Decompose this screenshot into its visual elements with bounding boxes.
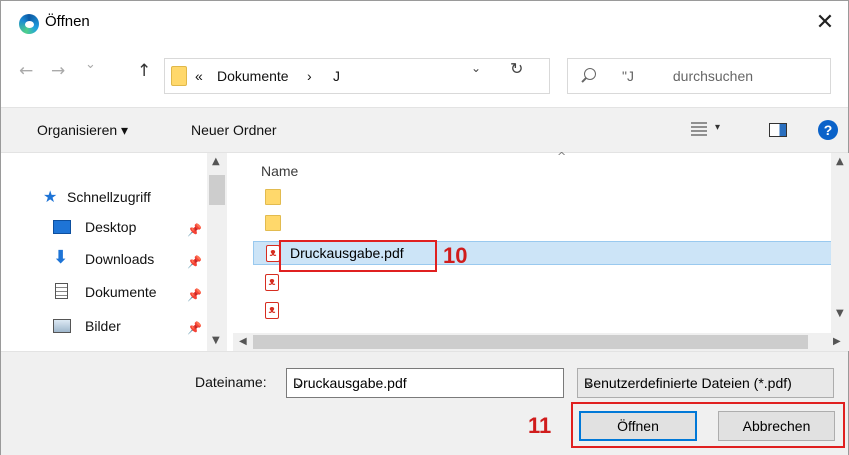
recent-locations-chevron-icon[interactable]: ⌄ [85, 57, 96, 72]
desktop-icon [53, 220, 71, 234]
file-type-chevron-icon[interactable]: ⌄ [584, 375, 800, 391]
navigation-scrollbar[interactable]: ▲ ▼ [207, 153, 227, 351]
pictures-icon [53, 319, 71, 333]
file-list-vertical-scrollbar[interactable]: ▲ ▼ [831, 153, 849, 333]
dialog-footer: Dateiname: Druckausgabe.pdf ⌄ Benutzerde… [1, 351, 848, 455]
scrollbar-thumb[interactable] [209, 175, 225, 205]
pdf-file-icon: ᴥ [265, 274, 279, 291]
new-folder-button[interactable]: Neuer Ordner [191, 122, 277, 138]
pdf-file-icon: ᴥ [265, 302, 279, 319]
dialog-title: Öffnen [45, 13, 90, 30]
address-dropdown-chevron-icon[interactable]: ⌄ [471, 61, 481, 75]
sort-ascending-icon: ^ [557, 150, 567, 163]
pin-icon: 📌 [187, 321, 202, 335]
folder-icon [171, 66, 187, 86]
annotation-highlight-box [571, 402, 845, 448]
search-icon [584, 68, 596, 80]
forward-arrow-icon[interactable]: → [51, 61, 65, 81]
sidebar-item-label: Dokumente [85, 284, 157, 300]
browser-area: ★ Schnellzugriff Desktop ⬇ Downloads Dok… [1, 150, 849, 351]
list-item[interactable] [253, 185, 833, 209]
filename-field[interactable]: Druckausgabe.pdf ⌄ [286, 368, 564, 398]
pin-icon: 📌 [187, 288, 202, 302]
breadcrumb-j[interactable]: J [333, 68, 340, 84]
sidebar-item-label: Bilder [85, 318, 121, 334]
breadcrumb-dokumente[interactable]: Dokumente [217, 68, 289, 84]
list-item[interactable]: ᴥ [253, 271, 833, 295]
pdf-file-icon: ᴥ [266, 245, 280, 262]
scroll-down-arrow-icon[interactable]: ▼ [836, 308, 844, 319]
search-input[interactable]: "J durchsuchen [567, 58, 831, 94]
folder-icon [265, 189, 281, 205]
list-item[interactable]: ᴥ [253, 299, 833, 323]
search-placeholder: "J durchsuchen [622, 68, 754, 84]
scroll-right-arrow-icon[interactable]: ▶ [833, 336, 841, 347]
title-bar: Öffnen ✕ [1, 1, 848, 45]
breadcrumb-overflow[interactable]: « [195, 68, 203, 84]
refresh-icon[interactable]: ↻ [510, 59, 523, 78]
scrollbar-thumb[interactable] [253, 335, 808, 349]
edge-browser-icon [19, 14, 39, 34]
list-item[interactable] [253, 211, 833, 235]
filename-label: Dateiname: [195, 374, 267, 390]
file-list-horizontal-scrollbar[interactable]: ◀ ▶ [233, 333, 849, 351]
scroll-down-arrow-icon[interactable]: ▼ [212, 335, 220, 346]
sidebar-item-label: Schnellzugriff [67, 189, 151, 205]
navigation-pane: ★ Schnellzugriff Desktop ⬇ Downloads Dok… [1, 153, 231, 351]
star-icon: ★ [43, 187, 58, 206]
address-bar[interactable]: « Dokumente › J [164, 58, 550, 94]
annotation-highlight-box [279, 240, 437, 272]
pin-icon: 📌 [187, 223, 202, 237]
scroll-left-arrow-icon[interactable]: ◀ [239, 336, 247, 347]
navigation-bar: ← → ⌄ ↑ « Dokumente › J ⌄ ↻ "J durchsuch… [1, 45, 848, 107]
sidebar-item-label: Downloads [85, 251, 155, 267]
up-arrow-icon[interactable]: ↑ [137, 61, 151, 81]
breadcrumb-separator[interactable]: › [307, 68, 312, 84]
filename-dropdown-chevron-icon[interactable]: ⌄ [293, 375, 557, 391]
sidebar-item-label: Desktop [85, 219, 137, 235]
close-button[interactable]: ✕ [802, 1, 848, 45]
back-arrow-icon[interactable]: ← [19, 61, 33, 81]
view-options-icon[interactable] [691, 122, 707, 136]
annotation-step-number: 10 [443, 243, 468, 268]
scroll-up-arrow-icon[interactable]: ▲ [836, 156, 844, 167]
document-icon [55, 283, 68, 299]
view-options-caret-icon[interactable]: ▾ [715, 122, 720, 133]
command-toolbar: Organisieren ▾ Neuer Ordner ▾ ? [1, 107, 848, 153]
file-type-select[interactable]: Benutzerdefinierte Dateien (*.pdf) ⌄ [577, 368, 834, 398]
pin-icon: 📌 [187, 255, 202, 269]
column-header-name[interactable]: Name [261, 163, 298, 179]
help-icon[interactable]: ? [818, 120, 838, 140]
download-arrow-icon: ⬇ [53, 247, 69, 268]
annotation-step-number: 11 [528, 413, 552, 438]
organize-button[interactable]: Organisieren ▾ [37, 122, 128, 139]
open-file-dialog: Öffnen ✕ ← → ⌄ ↑ « Dokumente › J ⌄ ↻ "J … [0, 0, 849, 455]
scroll-up-arrow-icon[interactable]: ▲ [212, 156, 220, 167]
folder-icon [265, 215, 281, 231]
preview-pane-icon[interactable] [769, 123, 787, 137]
